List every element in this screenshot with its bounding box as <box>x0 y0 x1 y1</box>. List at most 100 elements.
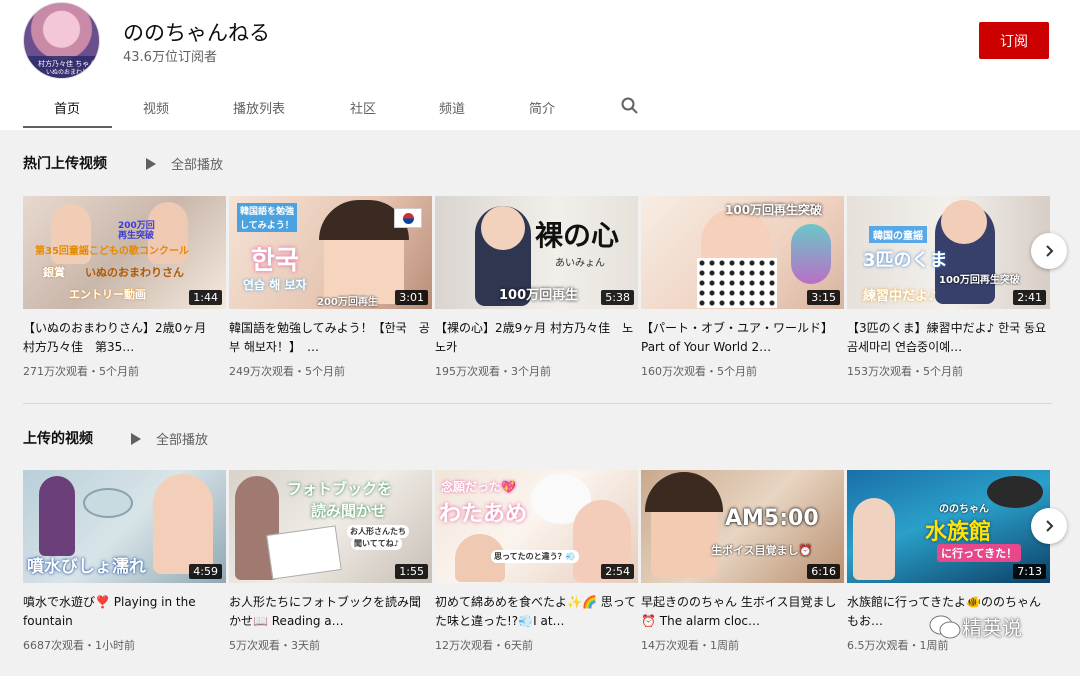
chevron-right-icon <box>1046 245 1054 257</box>
overlay-text: 噴水びしょ濡れ <box>27 557 146 577</box>
tab-playlists[interactable]: 播放列表 <box>233 98 285 117</box>
child-figure <box>153 474 213 574</box>
shelf-divider <box>23 403 1052 404</box>
video-meta: 249万次观看・5个月前 <box>229 365 345 378</box>
video-title[interactable]: 噴水で水遊び❣️ Playing in the fountain <box>23 593 226 631</box>
active-tab-indicator <box>23 126 112 128</box>
tab-channels[interactable]: 频道 <box>439 98 465 117</box>
overlay-text: 読み聞かせ <box>311 502 387 520</box>
overlay-text: 裸の心 <box>535 219 620 252</box>
child-figure <box>39 476 75 556</box>
video-title[interactable]: お人形たちにフォトブックを読み聞かせ📖 Reading a… <box>229 593 432 631</box>
overlay-text: 練習中だよ♪ <box>863 289 937 304</box>
video-duration: 2:41 <box>1013 290 1046 305</box>
video-card[interactable]: AM5:00 生ボイス目覚まし⏰ 6:16 早起きののちゃん 生ボイス目覚まし⏰… <box>641 470 844 652</box>
overlay-text: 연습 해 보자 <box>243 278 307 292</box>
video-title[interactable]: 初めて綿あめを食べたよ✨🌈 思ってた味と違った!?💨I at… <box>435 593 638 631</box>
overlay-text: 韓国語を勉強 <box>237 203 298 218</box>
play-all-popular[interactable]: 全部播放 <box>146 154 223 173</box>
overlay-text: 100万回再生突破 <box>939 275 1020 286</box>
wechat-icon <box>929 615 961 638</box>
video-card[interactable]: 韓国語を勉強 してみよう！ 한국 연습 해 보자 200万回再生 3:01 韓国… <box>229 196 432 378</box>
video-title[interactable]: 【パート・オブ・ユア・ワールド】Part of Your World 2… <box>641 319 844 357</box>
shelf-title-popular: 热门上传视频 <box>23 156 107 172</box>
video-thumbnail[interactable]: 100万回再生突破 3:15 <box>641 196 844 309</box>
overlay-text: に行ってきた！ <box>937 544 1022 562</box>
video-duration: 2:54 <box>601 564 634 579</box>
video-thumbnail[interactable]: 200万回 再生突破 第35回童謡こどもの歌コンクール 銀賞 いぬのおまわりさん… <box>23 196 226 309</box>
overlay-text: 3匹のくま <box>863 250 948 271</box>
channel-avatar[interactable]: 村方乃々佳 ちゃん いぬのおまわり <box>23 2 100 79</box>
tab-community[interactable]: 社区 <box>350 98 376 117</box>
overlay-text: いぬのおまわりさん <box>85 266 184 279</box>
video-title[interactable]: 早起きののちゃん 生ボイス目覚まし⏰ The alarm cloc… <box>641 593 844 631</box>
child-hair <box>645 472 723 512</box>
shelf-next-button[interactable] <box>1031 233 1067 269</box>
video-thumbnail[interactable]: フォトブックを 読み聞かせ お人形さんたち 聞いててね♪ 1:55 <box>229 470 432 583</box>
tab-home[interactable]: 首页 <box>54 98 80 117</box>
overlay-text: フォトブックを <box>287 480 393 498</box>
shelf-next-button[interactable] <box>1031 508 1067 544</box>
mermaid-icon <box>791 224 831 284</box>
video-meta: 160万次观看・5个月前 <box>641 365 757 378</box>
tab-about[interactable]: 简介 <box>529 98 555 117</box>
video-card[interactable]: 100万回再生突破 3:15 【パート・オブ・ユア・ワールド】Part of Y… <box>641 196 844 378</box>
video-title[interactable]: 【3匹のくま】練習中だよ♪ 한국 동요 곰세마리 연습중이예… <box>847 319 1050 357</box>
video-thumbnail[interactable]: 噴水びしょ濡れ 4:59 <box>23 470 226 583</box>
korea-flag-icon <box>394 208 422 228</box>
video-duration: 4:59 <box>189 564 222 579</box>
avatar-caption-2: いぬのおまわり <box>46 69 89 76</box>
overlay-text: AM5:00 <box>725 506 819 531</box>
video-title[interactable]: 韓国語を勉強してみよう！【한국 공부 해보자！】 … <box>229 319 432 357</box>
video-card[interactable]: 韓国の童謡 3匹のくま 100万回再生突破 練習中だよ♪ 2:41 【3匹のくま… <box>847 196 1050 378</box>
video-duration: 1:55 <box>395 564 428 579</box>
video-card[interactable]: 200万回 再生突破 第35回童謡こどもの歌コンクール 銀賞 いぬのおまわりさん… <box>23 196 226 378</box>
overlay-text: 思ってたのと違う？💨 <box>491 550 579 563</box>
watermark: 精英说 <box>928 612 1022 641</box>
overlay-text: 第35回童謡こどもの歌コンクール <box>35 246 189 257</box>
video-card[interactable]: 念願だった💖 わたあめ 思ってたのと違う？💨 2:54 初めて綿あめを食べたよ✨… <box>435 470 638 652</box>
play-icon <box>146 157 156 170</box>
channel-header: 村方乃々佳 ちゃん いぬのおまわり ののちゃんねる 43.6万位订阅者 订阅 首… <box>0 0 1080 130</box>
video-card[interactable]: 噴水びしょ濡れ 4:59 噴水で水遊び❣️ Playing in the fou… <box>23 470 226 652</box>
overlay-text: 銀賞 <box>43 266 65 279</box>
video-meta: 195万次观看・3个月前 <box>435 365 551 378</box>
overlay-text: 聞いててね♪ <box>351 537 402 550</box>
subscribe-button[interactable]: 订阅 <box>979 22 1049 59</box>
child-face <box>941 200 987 244</box>
overlay-text: わたあめ <box>439 502 528 527</box>
overlay-text: 生ボイス目覚まし⏰ <box>711 544 813 557</box>
video-thumbnail[interactable]: 韓国の童謡 3匹のくま 100万回再生突破 練習中だよ♪ 2:41 <box>847 196 1050 309</box>
video-title[interactable]: 【いぬのおまわりさん】2歳0ヶ月 村方乃々佳 第35… <box>23 319 226 357</box>
video-thumbnail[interactable]: 韓国語を勉強 してみよう！ 한국 연습 해 보자 200万回再生 3:01 <box>229 196 432 309</box>
video-duration: 3:01 <box>395 290 428 305</box>
video-thumbnail[interactable]: ののちゃん 水族館 に行ってきた！ 7:13 <box>847 470 1050 583</box>
video-card[interactable]: フォトブックを 読み聞かせ お人形さんたち 聞いててね♪ 1:55 お人形たちに… <box>229 470 432 652</box>
overlay-text: 水族館 <box>925 520 992 545</box>
tab-videos[interactable]: 视频 <box>143 98 169 117</box>
search-icon[interactable] <box>620 96 640 116</box>
video-title[interactable]: 【裸の心】2歳9ヶ月 村方乃々佳 노노카 <box>435 319 638 357</box>
video-meta: 12万次观看・6天前 <box>435 639 533 652</box>
video-card[interactable]: 裸の心 あいみょん 100万回再生 5:38 【裸の心】2歳9ヶ月 村方乃々佳 … <box>435 196 638 378</box>
video-meta: 271万次观看・5个月前 <box>23 365 139 378</box>
overlay-text: 200万回再生 <box>317 297 378 308</box>
play-all-uploads[interactable]: 全部播放 <box>131 429 208 448</box>
video-meta: 153万次观看・5个月前 <box>847 365 963 378</box>
overlay-text: 再生突破 <box>118 231 155 241</box>
watermark-text: 精英说 <box>962 616 1022 640</box>
overlay-text: あいみょん <box>555 258 605 269</box>
video-duration: 3:15 <box>807 290 840 305</box>
play-all-label: 全部播放 <box>156 433 209 448</box>
overlay-text: 한국 <box>251 246 299 276</box>
overlay-text: 100万回再生突破 <box>725 203 823 217</box>
video-thumbnail[interactable]: 裸の心 あいみょん 100万回再生 5:38 <box>435 196 638 309</box>
overlay-text: 韓国の童謡 <box>869 226 927 243</box>
video-duration: 6:16 <box>807 564 840 579</box>
channel-name: ののちゃんねる <box>123 21 270 45</box>
play-all-label: 全部播放 <box>171 158 224 173</box>
video-card[interactable]: ののちゃん 水族館 に行ってきた！ 7:13 水族館に行ってきたよ🐠ののちゃんも… <box>847 470 1050 652</box>
video-thumbnail[interactable]: AM5:00 生ボイス目覚まし⏰ 6:16 <box>641 470 844 583</box>
video-thumbnail[interactable]: 念願だった💖 わたあめ 思ってたのと違う？💨 2:54 <box>435 470 638 583</box>
play-icon <box>131 432 141 445</box>
